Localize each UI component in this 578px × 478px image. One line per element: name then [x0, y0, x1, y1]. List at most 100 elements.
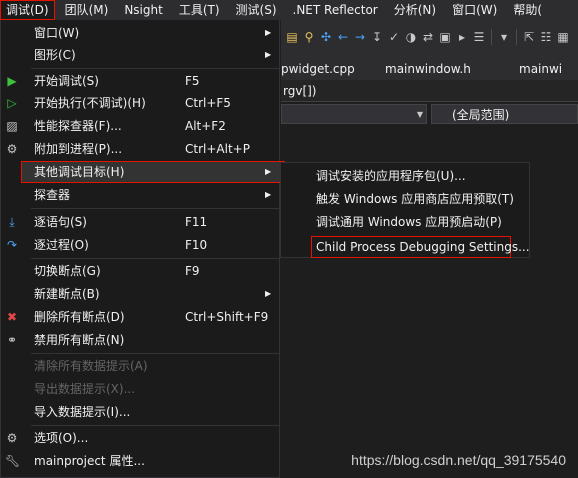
editor-signature-bar: rgv[])	[281, 80, 578, 102]
menu-item-window[interactable]: 窗口(W) ▶	[1, 22, 279, 44]
tab-pwidget-cpp[interactable]: pwidget.cpp	[281, 58, 373, 80]
open-folder-icon[interactable]: ▤	[285, 30, 299, 44]
menu-item-profiler[interactable]: 探查器 ▶	[1, 184, 279, 206]
menu-item-options[interactable]: ⚙ 选项(O)...	[1, 427, 279, 449]
menu-item-start-without-debugging[interactable]: ▷ 开始执行(不调试)(H) Ctrl+F5	[1, 92, 279, 114]
menu-item-label: 开始调试(S)	[34, 74, 99, 88]
submenu-arrow-icon: ▶	[265, 50, 272, 59]
align-icon[interactable]: ☷	[539, 30, 553, 44]
menu-item-label: 其他调试目标(H)	[34, 165, 125, 179]
step-into-icon: ⤓	[9, 215, 15, 229]
step-icon[interactable]: ↧	[370, 30, 384, 44]
spell-check-icon[interactable]: ✓	[387, 30, 401, 44]
menu-separator	[31, 425, 279, 426]
menu-item-shortcut: F5	[185, 74, 200, 88]
menu-net-reflector[interactable]: .NET Reflector	[287, 0, 384, 20]
menu-item-shortcut: Ctrl+Shift+F9	[185, 310, 269, 324]
attach-process-icon: ⚙	[6, 142, 18, 156]
menu-separator	[31, 68, 279, 69]
list-icon[interactable]: ☰	[472, 30, 486, 44]
menu-team[interactable]: 团队(M)	[59, 0, 115, 20]
find-icon[interactable]: ⚲	[302, 30, 316, 44]
menu-analyze[interactable]: 分析(N)	[388, 0, 442, 20]
menu-item-label: 禁用所有断点(N)	[34, 333, 125, 347]
menu-debug[interactable]: 调试(D)	[0, 0, 55, 20]
menu-item-label: 探查器	[34, 188, 71, 202]
menu-item-shortcut: Ctrl+Alt+P	[185, 142, 250, 156]
menu-item-label: 开始执行(不调试)(H)	[34, 96, 146, 110]
menu-item-graphics[interactable]: 图形(C) ▶	[1, 44, 279, 66]
menu-item-step-into[interactable]: ⤓ 逐语句(S) F11	[1, 211, 279, 233]
menu-separator	[31, 258, 279, 259]
submenu-item-debug-uwp-prelaunch[interactable]: 调试通用 Windows 应用预启动(P)	[281, 211, 529, 233]
next-bookmark-icon[interactable]: →	[353, 30, 367, 44]
menu-tools[interactable]: 工具(T)	[173, 0, 226, 20]
submenu-item-label: 调试安装的应用程序包(U)...	[316, 169, 466, 183]
grid-icon[interactable]: ▦	[556, 30, 570, 44]
menu-nsight[interactable]: Nsight	[118, 0, 169, 20]
menu-item-delete-all-breakpoints[interactable]: ✖ 删除所有断点(D) Ctrl+Shift+F9	[1, 306, 279, 328]
replace-icon[interactable]: ⇄	[421, 30, 435, 44]
toolbar-separator	[491, 29, 492, 45]
submenu-item-label: 触发 Windows 应用商店应用预取(T)	[316, 192, 514, 206]
pointer-icon[interactable]: ⇱	[522, 30, 536, 44]
menu-window[interactable]: 窗口(W)	[446, 0, 503, 20]
menu-item-project-properties[interactable]: 🔧︎ mainproject 属性...	[1, 450, 279, 472]
project-dropdown[interactable]: ▼	[281, 104, 427, 124]
comment-icon[interactable]: ◑	[404, 30, 418, 44]
scope-label: (全局范围)	[452, 108, 510, 122]
menu-item-label: 新建断点(B)	[34, 287, 100, 301]
tab-mainwindow-h[interactable]: mainwindow.h	[373, 58, 507, 80]
menu-item-new-breakpoint[interactable]: 新建断点(B) ▶	[1, 283, 279, 305]
wrench-icon: 🔧︎	[5, 454, 21, 468]
menu-separator	[31, 208, 279, 209]
menu-item-shortcut: Alt+F2	[185, 119, 226, 133]
editor-nav-bar: ▼ (全局范围)	[281, 104, 578, 126]
bookmark-icon[interactable]: ✣	[319, 30, 333, 44]
menu-item-start-debugging[interactable]: ▶ 开始调试(S) F5	[1, 70, 279, 92]
menu-item-label: 导出数据提示(X)...	[34, 382, 136, 396]
delete-breakpoints-icon: ✖	[6, 310, 18, 324]
submenu-item-label: 调试通用 Windows 应用预启动(P)	[316, 215, 502, 229]
menu-item-label: 性能探查器(F)...	[34, 119, 122, 133]
menu-help[interactable]: 帮助(	[507, 0, 548, 20]
menu-item-performance-profiler[interactable]: ▨ 性能探查器(F)... Alt+F2	[1, 115, 279, 137]
menu-item-attach-to-process[interactable]: ⚙ 附加到进程(P)... Ctrl+Alt+P	[1, 138, 279, 160]
submenu-item-debug-installed-package[interactable]: 调试安装的应用程序包(U)...	[281, 165, 529, 187]
play-outline-icon: ▷	[7, 96, 17, 110]
menu-item-step-over[interactable]: ↷ 逐过程(O) F10	[1, 234, 279, 256]
menu-item-label: 图形(C)	[34, 48, 76, 62]
submenu-item-label: Child Process Debugging Settings...	[316, 240, 530, 254]
menu-item-clear-datatips: 清除所有数据提示(A)	[1, 355, 279, 377]
signature-text: rgv[])	[283, 84, 317, 98]
menu-item-disable-all-breakpoints[interactable]: ⚭ 禁用所有断点(N)	[1, 329, 279, 351]
menu-item-label: 导入数据提示(I)...	[34, 405, 131, 419]
submenu-item-trigger-store-prefetch[interactable]: 触发 Windows 应用商店应用预取(T)	[281, 188, 529, 210]
scope-dropdown[interactable]: (全局范围)	[431, 104, 578, 124]
menu-item-shortcut: F11	[185, 215, 208, 229]
menu-test[interactable]: 测试(S)	[230, 0, 283, 20]
menu-item-label: 附加到进程(P)...	[34, 142, 123, 156]
build-icon[interactable]: ▣	[438, 30, 452, 44]
menu-item-label: 切换断点(G)	[34, 264, 101, 278]
tab-mainwindow[interactable]: mainwi	[507, 58, 574, 80]
menu-item-label: 选项(O)...	[34, 431, 89, 445]
menu-item-export-datatips: 导出数据提示(X)...	[1, 378, 279, 400]
other-debug-targets-submenu: 调试安装的应用程序包(U)... 触发 Windows 应用商店应用预取(T) …	[280, 162, 530, 258]
menu-item-label: 窗口(W)	[34, 26, 80, 40]
prev-bookmark-icon[interactable]: ←	[336, 30, 350, 44]
menu-item-import-datatips[interactable]: 导入数据提示(I)...	[1, 401, 279, 423]
toolbar-separator	[516, 29, 517, 45]
menu-item-toggle-breakpoint[interactable]: 切换断点(G) F9	[1, 260, 279, 282]
run-icon[interactable]: ▸	[455, 30, 469, 44]
watermark: https://blog.csdn.net/qq_39175540	[351, 452, 566, 468]
menu-item-label: 逐过程(O)	[34, 238, 89, 252]
menu-item-other-debug-targets[interactable]: 其他调试目标(H) ▶	[21, 161, 285, 183]
disable-breakpoints-icon: ⚭	[6, 333, 18, 347]
dropdown-icon[interactable]: ▾	[497, 30, 511, 44]
chevron-down-icon: ▼	[416, 110, 423, 119]
menu-item-shortcut: F10	[185, 238, 208, 252]
menu-item-shortcut: F9	[185, 264, 200, 278]
submenu-item-child-process-debugging-settings[interactable]: Child Process Debugging Settings...	[311, 236, 530, 258]
menu-item-label: 删除所有断点(D)	[34, 310, 125, 324]
